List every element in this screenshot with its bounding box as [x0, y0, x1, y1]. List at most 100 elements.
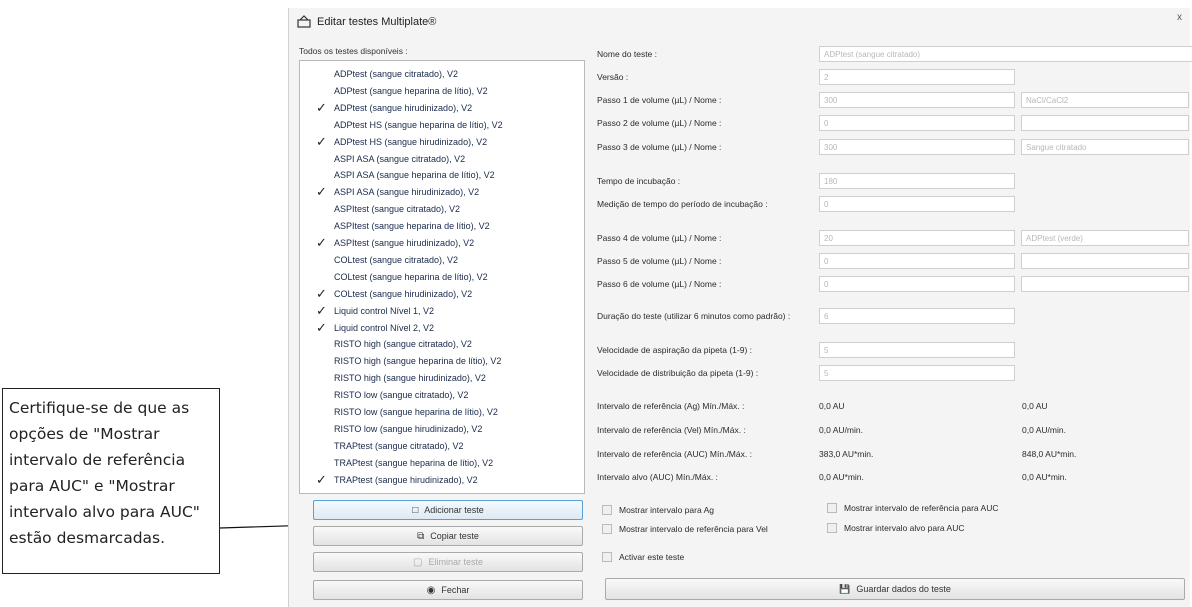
list-item[interactable]: ✓ ASPI ASA (sangue hirudinizado), V2 — [300, 184, 584, 201]
row-aspiration-speed: Velocidade de aspiração da pipeta (1-9) … — [597, 342, 1187, 360]
row-ref-auc: Intervalo de referência (AUC) Mín./Máx. … — [597, 446, 1187, 464]
test-name-field[interactable]: ADPtest (sangue citratado) — [819, 46, 1192, 62]
add-test-label: Adicionar teste — [424, 505, 484, 515]
close-button[interactable]: ◉ Fechar — [313, 580, 583, 600]
step3-volume-field[interactable]: 300 — [819, 139, 1015, 155]
step3-name-field[interactable]: Sangue citratado — [1021, 139, 1189, 155]
list-item-label: RISTO high (sangue citratado), V2 — [334, 339, 472, 350]
dispense-speed-label: Velocidade de distribuição da pipeta (1-… — [597, 368, 759, 378]
checkmark-icon: ✓ — [316, 184, 327, 200]
step1-name-field[interactable]: NaCl/CaCl2 — [1021, 92, 1189, 108]
copy-test-button[interactable]: ⧉ Copiar teste — [313, 526, 583, 546]
row-step6: Passo 6 de volume (µL) / Nome : 0 — [597, 276, 1189, 294]
list-item[interactable]: ✓ Liquid control Nível 2, V2 — [300, 320, 584, 337]
row-step2: Passo 2 de volume (µL) / Nome : 0 — [597, 115, 1189, 133]
step4-volume-field[interactable]: 20 — [819, 230, 1015, 246]
save-icon: 💾 — [839, 583, 851, 594]
show-ref-vel-checkbox[interactable] — [602, 524, 612, 534]
incubation-measure-field[interactable]: 0 — [819, 196, 1015, 212]
show-ref-auc-label: Mostrar intervalo de referência para AUC — [844, 503, 999, 513]
list-item[interactable]: ASPItest (sangue heparina de lítio), V2 — [300, 219, 584, 235]
list-item[interactable]: RISTO low (sangue heparina de lítio), V2 — [300, 405, 584, 421]
show-target-auc-checkbox[interactable] — [827, 523, 837, 533]
step2-volume-field[interactable]: 0 — [819, 115, 1015, 131]
checkmark-icon: ✓ — [316, 285, 327, 301]
show-ref-auc-checkbox[interactable] — [827, 503, 837, 513]
list-item[interactable]: ✓ ADPtest (sangue hirudinizado), V2 — [300, 100, 584, 117]
save-test-button[interactable]: 💾 Guardar dados do teste — [605, 578, 1185, 600]
list-item[interactable]: TRAPtest (sangue citratado), V2 — [300, 439, 584, 455]
list-item-label: COLtest (sangue heparina de lítio), V2 — [334, 271, 488, 282]
list-item[interactable]: RISTO high (sangue citratado), V2 — [300, 337, 584, 353]
list-item[interactable]: ASPItest (sangue citratado), V2 — [300, 202, 584, 218]
close-icon[interactable]: x — [1177, 12, 1182, 23]
list-item[interactable]: ✓ TRAPtest (sangue hirudinizado), V2 — [300, 471, 584, 489]
row-version: Versão : 2 — [597, 69, 1187, 87]
row-incubation-measure: Medição de tempo do período de incubação… — [597, 196, 1187, 214]
list-item[interactable]: ✓ ASPItest (sangue hirudinizado), V2 — [300, 235, 584, 252]
list-item[interactable]: RISTO low (sangue citratado), V2 — [300, 388, 584, 404]
step4-label: Passo 4 de volume (µL) / Nome : — [597, 233, 722, 243]
list-item[interactable]: ASPI ASA (sangue heparina de lítio), V2 — [300, 168, 584, 184]
target-auc-label: Intervalo alvo (AUC) Mín./Máx. : — [597, 472, 718, 482]
list-item-label: ASPItest (sangue heparina de lítio), V2 — [334, 221, 490, 232]
ref-ag-max: 0,0 AU — [1022, 401, 1048, 411]
step6-volume-field[interactable]: 0 — [819, 276, 1015, 292]
row-ref-ag: Intervalo de referência (Ag) Mín./Máx. :… — [597, 398, 1187, 416]
incubation-time-field[interactable]: 180 — [819, 173, 1015, 189]
list-item[interactable]: COLtest (sangue heparina de lítio), V2 — [300, 270, 584, 286]
duration-field[interactable]: 6 — [819, 308, 1015, 324]
checkmark-icon: ✓ — [316, 471, 327, 487]
step6-name-field[interactable] — [1021, 276, 1189, 292]
copy-test-label: Copiar teste — [430, 531, 479, 541]
document-icon: □ — [412, 504, 419, 516]
ref-vel-min: 0,0 AU/min. — [819, 425, 863, 435]
step1-volume-field[interactable]: 300 — [819, 92, 1015, 108]
version-label: Versão : — [597, 72, 629, 82]
step1-label: Passo 1 de volume (µL) / Nome : — [597, 95, 722, 105]
ref-auc-max: 848,0 AU*min. — [1022, 449, 1077, 459]
step5-volume-field[interactable]: 0 — [819, 253, 1015, 269]
list-item[interactable]: RISTO low (sangue hirudinizado), V2 — [300, 422, 584, 438]
tests-list[interactable]: ADPtest (sangue citratado), V2 ADPtest (s… — [299, 60, 585, 494]
list-item[interactable]: ✓ Liquid control Nível 1, V2 — [300, 303, 584, 320]
list-item[interactable]: ✓ COLtest (sangue hirudinizado), V2 — [300, 285, 584, 303]
activate-test-checkbox[interactable] — [602, 552, 612, 562]
row-duration: Duração do teste (utilizar 6 minutos com… — [597, 308, 1187, 326]
list-item[interactable]: ADPtest (sangue heparina de lítio), V2 — [300, 84, 584, 100]
list-item-label: TRAPtest (sangue heparina de lítio), V2 — [334, 457, 494, 468]
show-ref-vel-label: Mostrar intervalo de referência para Vel — [619, 524, 768, 534]
show-ag-checkbox[interactable] — [602, 505, 612, 515]
ref-ag-min: 0,0 AU — [819, 401, 845, 411]
list-item[interactable]: ADPtest HS (sangue heparina de lítio), V… — [300, 118, 584, 134]
list-item-label: RISTO low (sangue heparina de lítio), V2 — [334, 407, 498, 417]
list-item[interactable]: ASPI ASA (sangue citratado), V2 — [300, 152, 584, 168]
dispense-speed-field[interactable]: 5 — [819, 365, 1015, 381]
copy-icon: ⧉ — [417, 530, 425, 542]
version-field[interactable]: 2 — [819, 69, 1015, 85]
list-item[interactable]: COLtest (sangue citratado), V2 — [300, 253, 584, 269]
test-name-label: Nome do teste : — [597, 49, 658, 59]
list-item[interactable]: TRAPtest (sangue heparina de lítio), V2 — [300, 456, 584, 472]
row-step3: Passo 3 de volume (µL) / Nome : 300 Sang… — [597, 139, 1189, 157]
row-target-auc: Intervalo alvo (AUC) Mín./Máx. : 0,0 AU*… — [597, 469, 1187, 487]
target-auc-min: 0,0 AU*min. — [819, 472, 864, 482]
ref-vel-label: Intervalo de referência (Vel) Mín./Máx. … — [597, 425, 746, 435]
step5-name-field[interactable] — [1021, 253, 1189, 269]
delete-test-button[interactable]: ▢ Eliminar teste — [313, 552, 583, 572]
list-item[interactable]: RISTO high (sangue hirudinizado), V2 — [300, 371, 584, 387]
aspiration-speed-field[interactable]: 5 — [819, 342, 1015, 358]
all-tests-label: Todos os testes disponíveis : — [299, 46, 408, 56]
list-item-label: RISTO low (sangue citratado), V2 — [334, 390, 469, 401]
add-test-button[interactable]: □ Adicionar teste — [313, 500, 583, 520]
row-test-name: Nome do teste : ADPtest (sangue citratad… — [597, 46, 1192, 64]
annotation-text: Certifique-se de que as opções de "Mostr… — [9, 399, 200, 547]
list-item-label: ASPItest (sangue hirudinizado), V2 — [334, 238, 475, 248]
step3-label: Passo 3 de volume (µL) / Nome : — [597, 142, 722, 152]
ref-auc-min: 383,0 AU*min. — [819, 449, 874, 459]
step4-name-field[interactable]: ADPtest (verde) — [1021, 230, 1189, 246]
step2-name-field[interactable] — [1021, 115, 1189, 131]
list-item[interactable]: RISTO high (sangue heparina de lítio), V… — [300, 354, 584, 370]
list-item[interactable]: ADPtest (sangue citratado), V2 — [300, 67, 584, 83]
list-item[interactable]: ✓ ADPtest HS (sangue hirudinizado), V2 — [300, 134, 584, 151]
